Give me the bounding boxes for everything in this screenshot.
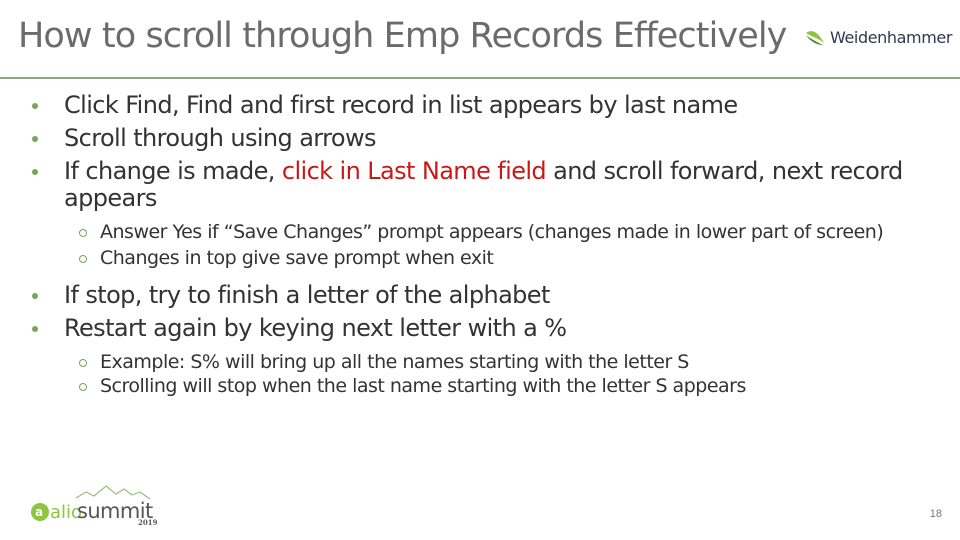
bullet-item: If stop, try to finish a letter of the a…: [24, 282, 924, 309]
sub-bullet-text: Answer Yes if “Save Changes” prompt appe…: [100, 221, 884, 243]
bullet-item: Restart again by keying next letter with…: [24, 315, 924, 342]
bullet-text: Restart again by keying next letter with…: [64, 314, 567, 342]
sub-bullet-item: Scrolling will stop when the last name s…: [24, 376, 924, 396]
svg-text:a: a: [35, 505, 43, 519]
bullet-text: If change is made,: [64, 157, 282, 185]
bullet-dot-icon: [32, 136, 38, 142]
bullet-item: Scroll through using arrows: [24, 125, 924, 152]
event-year: 2019: [138, 518, 158, 526]
bullet-list: Click Find, Find and first record in lis…: [24, 92, 924, 402]
bullet-dot-icon: [32, 293, 38, 299]
hollow-bullet-icon: [79, 229, 87, 237]
brand-name: Weidenhammer: [830, 28, 953, 47]
leaf-swoosh-icon: [806, 30, 824, 45]
title-divider: [0, 77, 960, 79]
page-number: 18: [929, 508, 942, 520]
bullet-item: Click Find, Find and first record in lis…: [24, 92, 924, 119]
sub-bullet-item: Changes in top give save prompt when exi…: [24, 248, 924, 268]
bullet-dot-icon: [32, 103, 38, 109]
sub-bullet-item: Example: S% will bring up all the names …: [24, 352, 924, 372]
bullet-text: Scroll through using arrows: [64, 124, 377, 152]
bullet-dot-icon: [32, 326, 38, 332]
bullet-dot-icon: [32, 169, 38, 175]
alio-summit-logo: a alio summit 2019: [28, 482, 168, 531]
hollow-bullet-icon: [79, 255, 87, 263]
sub-bullet-text: Scrolling will stop when the last name s…: [100, 375, 746, 397]
sub-bullet-text: Changes in top give save prompt when exi…: [100, 247, 494, 269]
sub-bullet-item: Answer Yes if “Save Changes” prompt appe…: [24, 222, 924, 242]
hollow-bullet-icon: [79, 359, 87, 367]
slide-title: How to scroll through Emp Records Effect…: [18, 16, 787, 56]
highlighted-instruction: click in Last Name field: [281, 157, 547, 185]
hollow-bullet-icon: [79, 383, 87, 391]
bullet-item: If change is made, click in Last Name fi…: [24, 158, 924, 212]
sub-bullet-text: Example: S% will bring up all the names …: [100, 351, 689, 373]
mountain-summit-icon: a alio summit 2019: [31, 485, 158, 527]
weidenhammer-logo: Weidenhammer: [804, 28, 952, 47]
bullet-text: Click Find, Find and first record in lis…: [64, 91, 738, 119]
bullet-text: If stop, try to finish a letter of the a…: [64, 281, 550, 309]
